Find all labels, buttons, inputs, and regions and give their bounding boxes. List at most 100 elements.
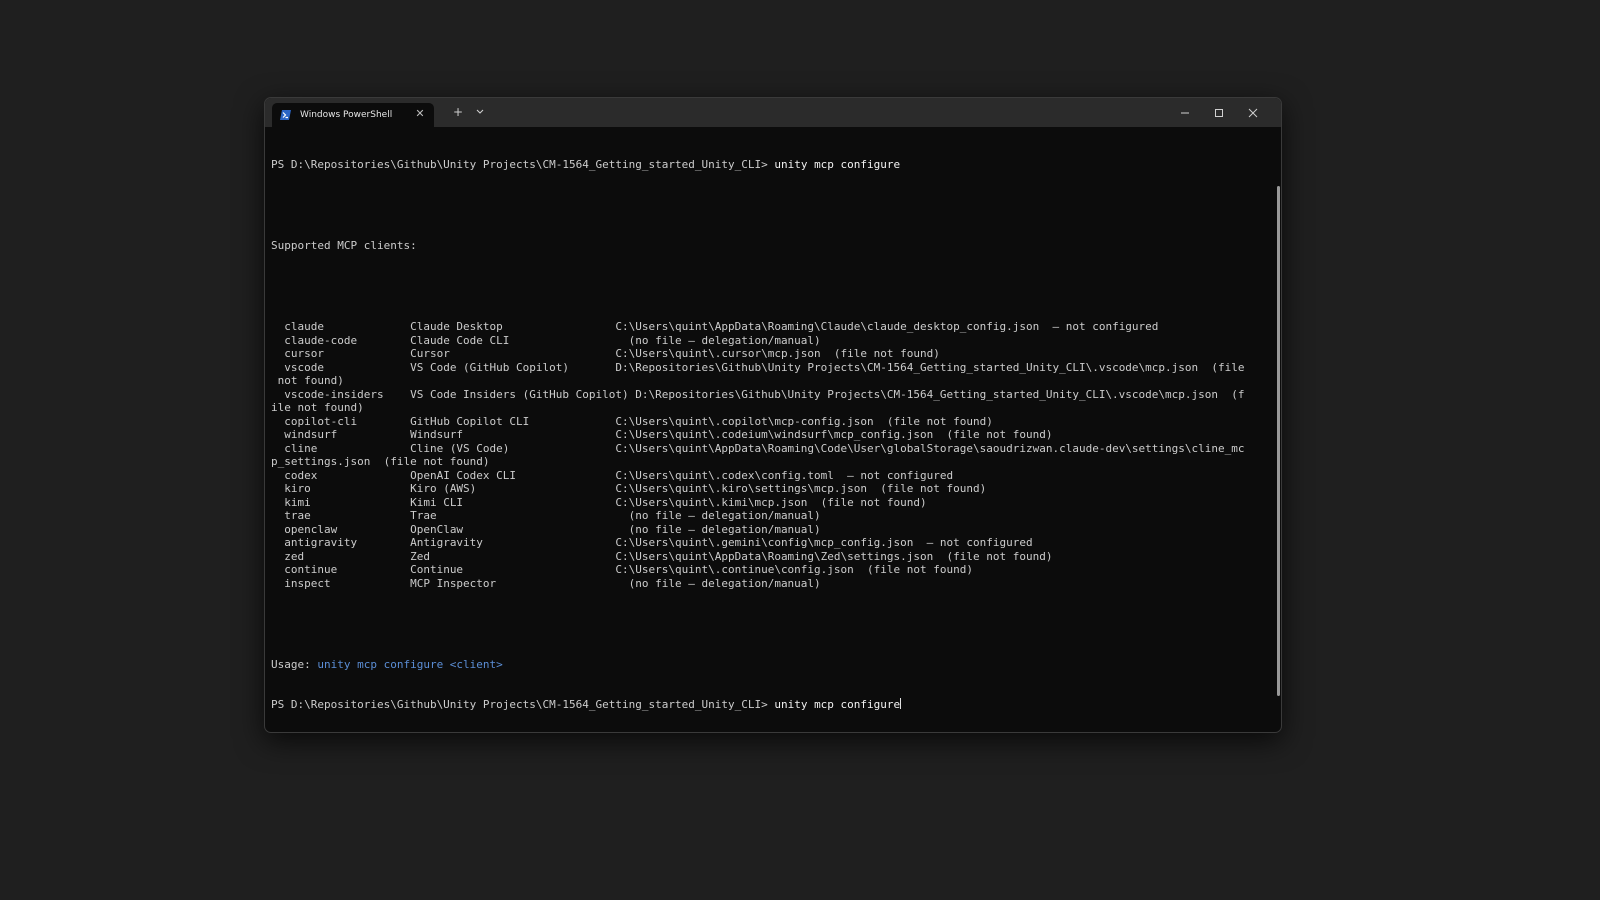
- client-id: codex: [284, 468, 318, 482]
- client-row: claude-code Claude Code CLI (no file – de…: [271, 334, 1271, 348]
- tab-windows-powershell[interactable]: Windows PowerShell ✕: [272, 103, 434, 127]
- prompt-text: PS D:\Repositories\Github\Unity Projects…: [271, 158, 768, 171]
- client-name: Kiro (AWS): [410, 482, 477, 495]
- client-name: Kimi CLI: [410, 495, 464, 509]
- client-row: cline Cline (VS Code) C:\Users\quint\AppDa…: [271, 442, 1271, 456]
- client-config-path: (no file – delegation/manual): [615, 509, 821, 522]
- client-name: GitHub Copilot CLI: [410, 414, 530, 428]
- client-config-path: C:\Users\quint\.gemini\config\mcp_config…: [615, 536, 1033, 549]
- client-row: cursor Cursor C:\Users\quint\.cursor\mcp.j…: [271, 347, 1271, 361]
- client-id: trae: [284, 509, 311, 522]
- client-row: kimi Kimi CLI C:\Users\quint\.kimi\mcp.jso…: [271, 496, 1271, 510]
- client-name: VS Code (GitHub Copilot): [410, 360, 570, 374]
- client-id: cursor: [284, 347, 324, 360]
- client-config-path: D:\Repositories\Github\Unity Projects\CM…: [635, 387, 1245, 401]
- client-config-path: C:\Users\quint\.codeium\windsurf\mcp_con…: [615, 428, 1053, 441]
- client-row: copilot-cli GitHub Copilot CLI C:\Users\qu…: [271, 415, 1271, 429]
- close-window-button[interactable]: [1236, 98, 1270, 127]
- prompt-text: PS D:\Repositories\Github\Unity Projects…: [271, 698, 768, 711]
- maximize-icon: [1215, 108, 1223, 117]
- client-id: inspect: [284, 576, 331, 590]
- client-id: zed: [284, 549, 305, 563]
- supported-header: Supported MCP clients:: [271, 239, 417, 252]
- terminal-output[interactable]: PS D:\Repositories\Github\Unity Projects…: [271, 131, 1271, 732]
- client-id: windsurf: [284, 428, 338, 441]
- usage-line: Usage: unity mcp configure <client>: [271, 658, 1271, 672]
- client-config-path: D:\Repositories\Github\Unity Projects\CM…: [615, 360, 1245, 374]
- scrollbar[interactable]: [1277, 186, 1280, 696]
- powershell-icon: [280, 110, 291, 121]
- client-name: Cursor: [410, 347, 450, 360]
- client-config-path: C:\Users\quint\AppData\Roaming\Code\User…: [615, 441, 1245, 455]
- client-id: kiro: [284, 482, 311, 495]
- client-name: Claude Code CLI: [410, 333, 510, 347]
- client-config-path: C:\Users\quint\AppData\Roaming\Zed\setti…: [615, 549, 1053, 563]
- client-row: windsurf Windsurf C:\Users\quint\.codeium\…: [271, 428, 1271, 442]
- client-name: MCP Inspector: [410, 576, 497, 590]
- client-id: vscode-insiders: [284, 387, 384, 401]
- command-text: unity mcp configure: [774, 158, 901, 171]
- client-name: Windsurf: [410, 428, 464, 441]
- chevron-down-icon[interactable]: [473, 105, 487, 119]
- minimize-button[interactable]: [1168, 98, 1202, 127]
- client-id: cline: [284, 441, 318, 455]
- client-name: Antigravity: [410, 536, 483, 549]
- client-list: claude Claude Desktop C:\Users\quint\AppDa…: [271, 320, 1271, 590]
- client-config-path: C:\Users\quint\.codex\config.toml – not …: [615, 468, 954, 482]
- client-row: claude Claude Desktop C:\Users\quint\AppDa…: [271, 320, 1271, 334]
- client-config-path: (no file – delegation/manual): [615, 522, 821, 536]
- client-row: codex OpenAI Codex CLI C:\Users\quint\.cod…: [271, 469, 1271, 483]
- client-name: Claude Desktop: [410, 320, 503, 333]
- client-name: Cline (VS Code): [410, 441, 510, 455]
- client-id: kimi: [284, 495, 311, 509]
- client-name: Zed: [410, 549, 430, 563]
- client-config-path: (no file – delegation/manual): [615, 576, 821, 590]
- command-input[interactable]: unity mcp configure: [774, 698, 900, 711]
- usage-label: Usage:: [271, 657, 318, 671]
- minimize-icon: [1181, 112, 1189, 113]
- usage-value: unity mcp configure <client>: [317, 657, 503, 671]
- client-row: continue Continue C:\Users\quint\.continue…: [271, 563, 1271, 577]
- client-config-path: C:\Users\quint\AppData\Roaming\Claude\cl…: [615, 320, 1159, 333]
- client-row: antigravity Antigravity C:\Users\quint\.ge…: [271, 536, 1271, 550]
- client-id: antigravity: [284, 536, 358, 549]
- client-row: kiro Kiro (AWS) C:\Users\quint\.kiro\setti…: [271, 482, 1271, 496]
- title-bar[interactable]: Windows PowerShell ✕ +: [265, 98, 1281, 127]
- client-row: openclaw OpenClaw (no file – delegation/m…: [271, 523, 1271, 537]
- client-config-path: C:\Users\quint\.kiro\settings\mcp.json (…: [615, 482, 987, 495]
- client-config-path: C:\Users\quint\.continue\config.json (fi…: [615, 563, 973, 576]
- client-row: vscode VS Code (GitHub Copilot) D:\Reposit…: [271, 361, 1271, 375]
- client-config-path: (no file – delegation/manual): [615, 333, 821, 347]
- plus-icon[interactable]: +: [451, 105, 465, 119]
- client-id: claude: [284, 320, 324, 333]
- client-config-path: C:\Users\quint\.cursor\mcp.json (file no…: [615, 347, 940, 360]
- client-path-wrap: p_settings.json (file not found): [271, 455, 490, 468]
- client-id: copilot-cli: [284, 414, 358, 428]
- maximize-button[interactable]: [1202, 98, 1236, 127]
- client-name: OpenAI Codex CLI: [410, 468, 517, 482]
- client-row: inspect MCP Inspector (no file – delegati…: [271, 577, 1271, 591]
- client-row: vscode-insiders VS Code Insiders (GitHub …: [271, 388, 1271, 402]
- client-config-path: C:\Users\quint\.kimi\mcp.json (file not …: [615, 495, 927, 509]
- close-tab-icon[interactable]: ✕: [414, 108, 426, 120]
- client-config-path: C:\Users\quint\.copilot\mcp-config.json …: [615, 414, 993, 428]
- prompt-line-2[interactable]: PS D:\Repositories\Github\Unity Projects…: [271, 698, 1271, 712]
- text-cursor: [900, 698, 902, 709]
- client-row: trae Trae (no file – delegation/manual): [271, 509, 1271, 523]
- desktop-background: Windows PowerShell ✕ + PS D:\Repositorie…: [0, 0, 1600, 900]
- terminal-window[interactable]: Windows PowerShell ✕ + PS D:\Repositorie…: [264, 97, 1282, 733]
- client-path-wrap: ile not found): [271, 401, 364, 414]
- client-id: claude-code: [284, 333, 358, 347]
- client-name: Trae: [410, 509, 437, 522]
- client-id: continue: [284, 563, 338, 576]
- client-name: VS Code Insiders (GitHub Copilot): [410, 387, 629, 401]
- client-name: Continue: [410, 563, 464, 576]
- tab-title: Windows PowerShell: [300, 110, 393, 120]
- client-path-wrap: not found): [271, 374, 344, 387]
- client-id: vscode: [284, 360, 324, 374]
- client-id: openclaw: [284, 522, 338, 536]
- close-icon: [1248, 108, 1258, 117]
